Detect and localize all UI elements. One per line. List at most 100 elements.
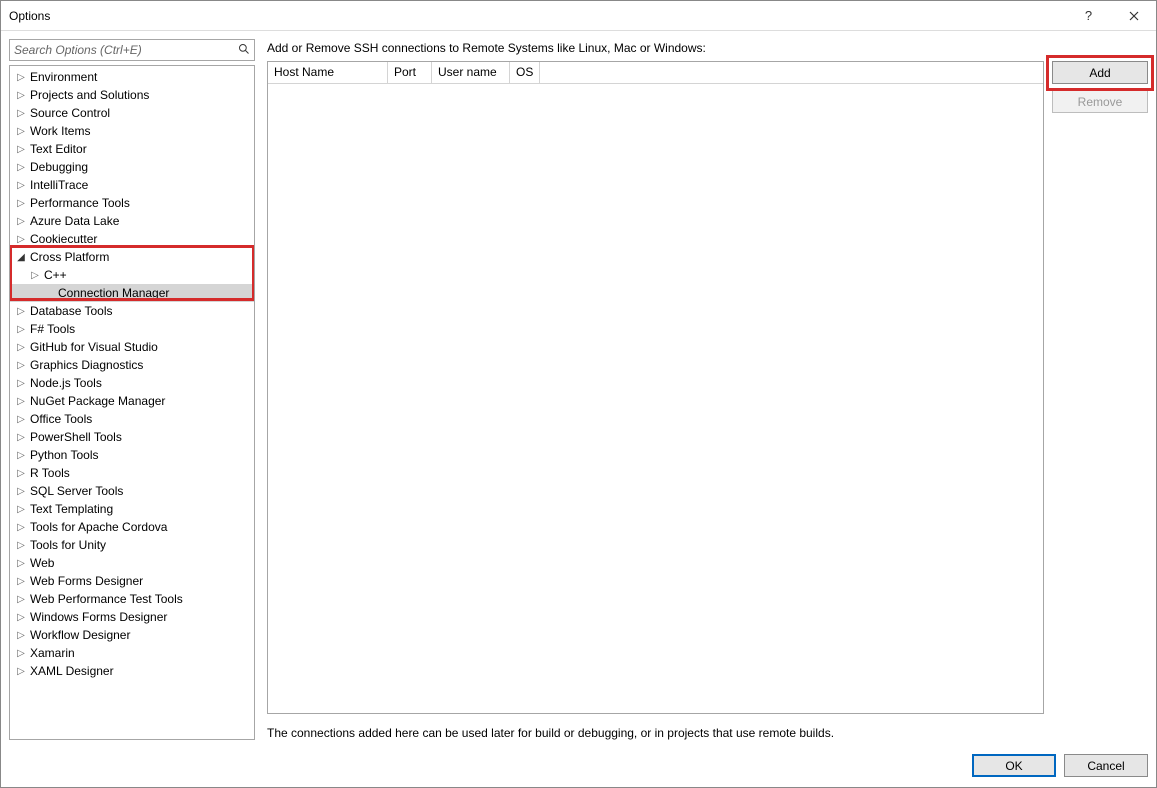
- chevron-right-icon[interactable]: ▷: [14, 162, 28, 173]
- chevron-right-icon[interactable]: ▷: [14, 450, 28, 461]
- tree-item-label: R Tools: [28, 466, 70, 480]
- tree-item-workflow-designer[interactable]: ▷Workflow Designer: [10, 626, 254, 644]
- tree-item-label: Projects and Solutions: [28, 88, 149, 102]
- tree-item-text-editor[interactable]: ▷Text Editor: [10, 140, 254, 158]
- chevron-right-icon[interactable]: ▷: [14, 540, 28, 551]
- options-tree[interactable]: ▷Environment▷Projects and Solutions▷Sour…: [9, 65, 255, 740]
- tree-item-label: SQL Server Tools: [28, 484, 123, 498]
- tree-item-cross-platform[interactable]: ◢Cross Platform: [10, 248, 254, 266]
- cancel-button[interactable]: Cancel: [1064, 754, 1148, 777]
- tree-item-office-tools[interactable]: ▷Office Tools: [10, 410, 254, 428]
- chevron-right-icon[interactable]: ▷: [14, 342, 28, 353]
- tree-item-database-tools[interactable]: ▷Database Tools: [10, 302, 254, 320]
- tree-item-label: F# Tools: [28, 322, 75, 336]
- tree-item-environment[interactable]: ▷Environment: [10, 68, 254, 86]
- chevron-right-icon[interactable]: ▷: [14, 72, 28, 83]
- chevron-right-icon[interactable]: ▷: [14, 108, 28, 119]
- chevron-right-icon[interactable]: ▷: [14, 468, 28, 479]
- tree-item-intellitrace[interactable]: ▷IntelliTrace: [10, 176, 254, 194]
- tree-item-powershell-tools[interactable]: ▷PowerShell Tools: [10, 428, 254, 446]
- tree-item-tools-for-unity[interactable]: ▷Tools for Unity: [10, 536, 254, 554]
- chevron-right-icon[interactable]: ▷: [14, 648, 28, 659]
- chevron-right-icon[interactable]: ▷: [14, 576, 28, 587]
- chevron-right-icon[interactable]: ▷: [14, 90, 28, 101]
- tree-item-debugging[interactable]: ▷Debugging: [10, 158, 254, 176]
- chevron-right-icon[interactable]: ▷: [28, 270, 42, 281]
- column-header-host-name[interactable]: Host Name: [268, 62, 388, 83]
- help-button[interactable]: ?: [1066, 1, 1111, 31]
- tree-item-label: Graphics Diagnostics: [28, 358, 143, 372]
- tree-item-text-templating[interactable]: ▷Text Templating: [10, 500, 254, 518]
- tree-item-performance-tools[interactable]: ▷Performance Tools: [10, 194, 254, 212]
- tree-item-label: Tools for Unity: [28, 538, 106, 552]
- ok-button[interactable]: OK: [972, 754, 1056, 777]
- tree-item-source-control[interactable]: ▷Source Control: [10, 104, 254, 122]
- chevron-right-icon[interactable]: ▷: [14, 414, 28, 425]
- tree-item-label: Text Templating: [28, 502, 113, 516]
- chevron-right-icon[interactable]: ▷: [14, 594, 28, 605]
- tree-item-label: Azure Data Lake: [28, 214, 119, 228]
- connections-table[interactable]: Host NamePortUser nameOS: [267, 61, 1044, 714]
- chevron-right-icon[interactable]: ▷: [14, 360, 28, 371]
- chevron-right-icon[interactable]: ▷: [14, 522, 28, 533]
- titlebar: Options ?: [1, 1, 1156, 31]
- chevron-right-icon[interactable]: ▷: [14, 666, 28, 677]
- tree-item-sql-server-tools[interactable]: ▷SQL Server Tools: [10, 482, 254, 500]
- chevron-right-icon[interactable]: ▷: [14, 126, 28, 137]
- search-box[interactable]: [9, 39, 255, 61]
- tree-item-label: C++: [42, 268, 67, 282]
- tree-item-windows-forms-designer[interactable]: ▷Windows Forms Designer: [10, 608, 254, 626]
- tree-item-azure-data-lake[interactable]: ▷Azure Data Lake: [10, 212, 254, 230]
- tree-item-graphics-diagnostics[interactable]: ▷Graphics Diagnostics: [10, 356, 254, 374]
- tree-item-web-performance-test-tools[interactable]: ▷Web Performance Test Tools: [10, 590, 254, 608]
- tree-item-python-tools[interactable]: ▷Python Tools: [10, 446, 254, 464]
- tree-item-label: PowerShell Tools: [28, 430, 122, 444]
- column-header-os[interactable]: OS: [510, 62, 540, 83]
- tree-item-label: Database Tools: [28, 304, 113, 318]
- chevron-down-icon[interactable]: ◢: [14, 252, 28, 263]
- chevron-right-icon[interactable]: ▷: [14, 612, 28, 623]
- tree-item-connection-manager[interactable]: Connection Manager: [10, 284, 254, 302]
- chevron-right-icon[interactable]: ▷: [14, 396, 28, 407]
- tree-item-work-items[interactable]: ▷Work Items: [10, 122, 254, 140]
- tree-item-projects-and-solutions[interactable]: ▷Projects and Solutions: [10, 86, 254, 104]
- chevron-right-icon[interactable]: ▷: [14, 216, 28, 227]
- column-header-user-name[interactable]: User name: [432, 62, 510, 83]
- chevron-right-icon[interactable]: ▷: [14, 234, 28, 245]
- close-button[interactable]: [1111, 1, 1156, 31]
- table-body: [268, 84, 1043, 713]
- tree-item-label: Text Editor: [28, 142, 87, 156]
- tree-item-cookiecutter[interactable]: ▷Cookiecutter: [10, 230, 254, 248]
- tree-item-xaml-designer[interactable]: ▷XAML Designer: [10, 662, 254, 680]
- chevron-right-icon[interactable]: ▷: [14, 630, 28, 641]
- tree-item-web[interactable]: ▷Web: [10, 554, 254, 572]
- chevron-right-icon[interactable]: ▷: [14, 198, 28, 209]
- chevron-right-icon[interactable]: ▷: [14, 486, 28, 497]
- tree-item-label: Web: [28, 556, 54, 570]
- tree-item-label: IntelliTrace: [28, 178, 88, 192]
- tree-item-r-tools[interactable]: ▷R Tools: [10, 464, 254, 482]
- tree-item-label: Cross Platform: [28, 250, 109, 264]
- chevron-right-icon[interactable]: ▷: [14, 504, 28, 515]
- add-button[interactable]: Add: [1052, 61, 1148, 84]
- chevron-right-icon[interactable]: ▷: [14, 378, 28, 389]
- column-header-port[interactable]: Port: [388, 62, 432, 83]
- chevron-right-icon[interactable]: ▷: [14, 432, 28, 443]
- tree-item-f-tools[interactable]: ▷F# Tools: [10, 320, 254, 338]
- tree-item-web-forms-designer[interactable]: ▷Web Forms Designer: [10, 572, 254, 590]
- chevron-right-icon[interactable]: ▷: [14, 180, 28, 191]
- tree-item-label: NuGet Package Manager: [28, 394, 165, 408]
- chevron-right-icon[interactable]: ▷: [14, 558, 28, 569]
- side-buttons: Add Remove: [1052, 61, 1148, 714]
- chevron-right-icon[interactable]: ▷: [14, 144, 28, 155]
- tree-item-label: Environment: [28, 70, 97, 84]
- tree-item-tools-for-apache-cordova[interactable]: ▷Tools for Apache Cordova: [10, 518, 254, 536]
- search-input[interactable]: [10, 41, 234, 59]
- tree-item-node-js-tools[interactable]: ▷Node.js Tools: [10, 374, 254, 392]
- tree-item-github-for-visual-studio[interactable]: ▷GitHub for Visual Studio: [10, 338, 254, 356]
- tree-item-c-[interactable]: ▷C++: [10, 266, 254, 284]
- tree-item-nuget-package-manager[interactable]: ▷NuGet Package Manager: [10, 392, 254, 410]
- chevron-right-icon[interactable]: ▷: [14, 306, 28, 317]
- tree-item-xamarin[interactable]: ▷Xamarin: [10, 644, 254, 662]
- chevron-right-icon[interactable]: ▷: [14, 324, 28, 335]
